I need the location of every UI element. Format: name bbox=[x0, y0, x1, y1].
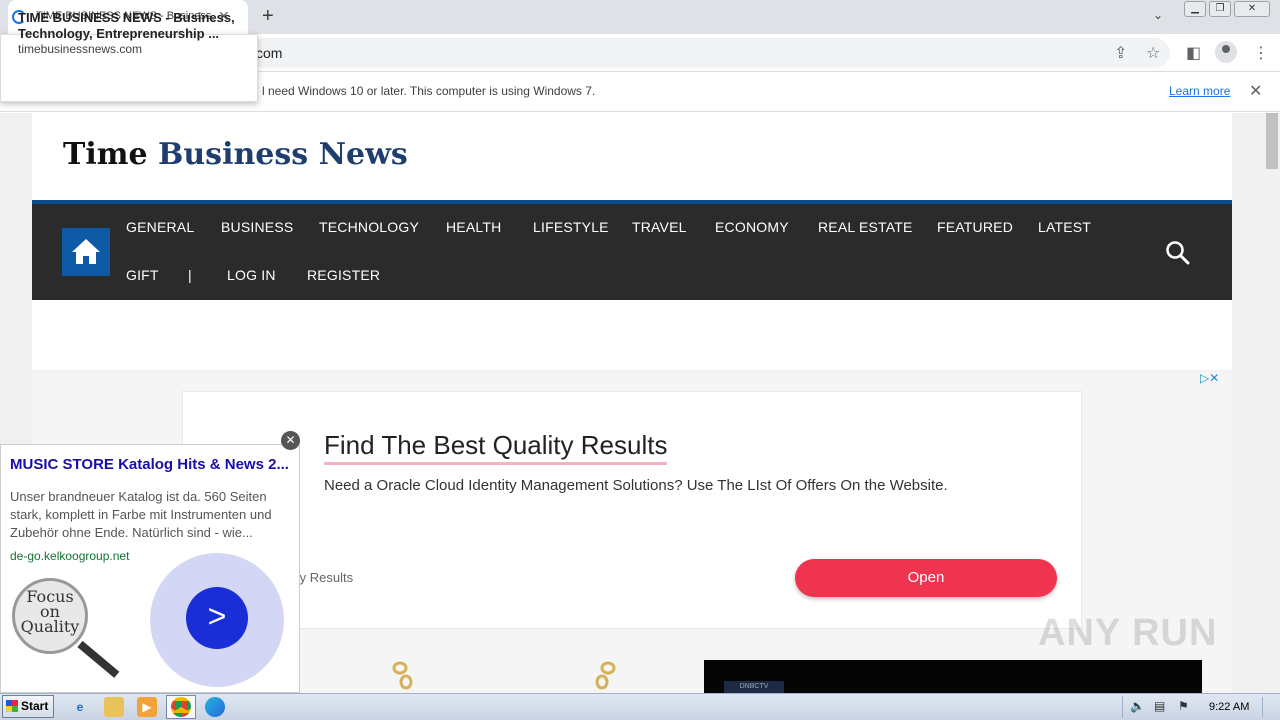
nav-item-log-in[interactable]: LOG IN bbox=[227, 267, 276, 283]
adchoices-icon[interactable]: ▷✕ bbox=[1200, 371, 1219, 385]
url-text[interactable]: com bbox=[256, 45, 282, 61]
windows-logo-icon bbox=[6, 700, 18, 712]
main-navigation bbox=[32, 200, 1232, 300]
chain-image-right bbox=[590, 660, 620, 693]
tab-search-icon[interactable]: ⌄ bbox=[1153, 8, 1163, 22]
minimize-button[interactable]: ▁ bbox=[1184, 1, 1206, 17]
nav-item-lifestyle[interactable]: LIFESTYLE bbox=[533, 219, 609, 235]
nav-item-gift[interactable]: GIFT bbox=[126, 267, 159, 283]
file-explorer-icon[interactable] bbox=[104, 697, 124, 717]
clock[interactable]: 9:22 AM bbox=[1209, 701, 1249, 713]
profile-avatar-icon[interactable] bbox=[1215, 41, 1237, 63]
site-logo[interactable]: Time Business News bbox=[63, 137, 408, 172]
ad-headline[interactable]: Find The Best Quality Results bbox=[324, 430, 668, 465]
share-icon[interactable]: ⇪ bbox=[1114, 43, 1127, 63]
chrome-icon[interactable] bbox=[171, 697, 191, 717]
address-bar[interactable] bbox=[250, 38, 1170, 68]
search-icon[interactable] bbox=[1165, 240, 1191, 266]
ad-description: Need a Oracle Cloud Identity Management … bbox=[324, 477, 948, 494]
tray-separator bbox=[1122, 696, 1123, 718]
floating-ad-title[interactable]: MUSIC STORE Katalog Hits & News 2... bbox=[10, 456, 300, 473]
tab-hover-title: TIME BUSINESS NEWS - Business, Technolog… bbox=[18, 10, 235, 41]
home-icon bbox=[72, 239, 100, 264]
nav-item-general[interactable]: GENERAL bbox=[126, 219, 194, 235]
media-player-icon[interactable]: ▶ bbox=[137, 697, 157, 717]
nav-item-health[interactable]: HEALTH bbox=[446, 219, 501, 235]
nav-item-economy[interactable]: ECONOMY bbox=[715, 219, 789, 235]
floating-ad-domain[interactable]: de-go.kelkoogroup.net bbox=[10, 549, 129, 563]
network-icon[interactable]: ▤ bbox=[1154, 699, 1165, 713]
chain-image-left bbox=[390, 660, 420, 693]
nav-item-business[interactable]: BUSINESS bbox=[221, 219, 293, 235]
nav-item-travel[interactable]: TRAVEL bbox=[632, 219, 687, 235]
logo-word-time: Time bbox=[63, 137, 148, 172]
window-close-button[interactable]: ✕ bbox=[1234, 1, 1270, 17]
nav-item-featured[interactable]: FEATURED bbox=[937, 219, 1013, 235]
new-tab-button[interactable]: + bbox=[262, 5, 274, 28]
home-button[interactable] bbox=[62, 228, 110, 276]
bookmark-star-icon[interactable]: ☆ bbox=[1146, 43, 1160, 63]
logo-word-business-news: Business News bbox=[158, 137, 408, 172]
ad-open-button[interactable]: Open bbox=[795, 559, 1057, 597]
learn-more-link[interactable]: Learn more bbox=[1169, 84, 1230, 98]
tab-hover-domain: timebusinessnews.com bbox=[18, 42, 143, 56]
menu-kebab-icon[interactable]: ⋮ bbox=[1253, 43, 1269, 63]
nav-item-latest[interactable]: LATEST bbox=[1038, 219, 1091, 235]
action-center-flag-icon[interactable]: ⚑ bbox=[1178, 699, 1189, 713]
side-panel-icon[interactable]: ◧ bbox=[1186, 43, 1201, 63]
floating-ad-close-icon[interactable]: ✕ bbox=[281, 431, 300, 450]
nav-separator: | bbox=[188, 267, 192, 283]
scrollbar-track[interactable] bbox=[1264, 113, 1280, 693]
chevron-right-icon[interactable]: > bbox=[186, 587, 248, 649]
floating-ad-description: Unser brandneuer Katalog ist da. 560 Sei… bbox=[10, 489, 272, 540]
scrollbar-thumb[interactable] bbox=[1266, 113, 1278, 169]
infobar-message: l need Windows 10 or later. This compute… bbox=[262, 84, 596, 98]
volume-icon[interactable]: 🔈 bbox=[1130, 699, 1145, 713]
anyrun-watermark: ANY RUN bbox=[1038, 612, 1218, 654]
nav-item-technology[interactable]: TECHNOLOGY bbox=[319, 219, 419, 235]
video-channel-label: DNBCTV bbox=[724, 681, 784, 693]
nav-item-real-estate[interactable]: REAL ESTATE bbox=[818, 219, 913, 235]
internet-explorer-icon[interactable]: e bbox=[70, 697, 90, 717]
nav-item-register[interactable]: REGISTER bbox=[307, 267, 380, 283]
magnifier-focus-image: Focus on Quality bbox=[12, 578, 88, 654]
maximize-button[interactable]: ❐ bbox=[1209, 1, 1231, 17]
show-desktop-button[interactable] bbox=[1262, 697, 1276, 717]
edge-icon[interactable] bbox=[205, 697, 225, 717]
ad-source: ty Results bbox=[296, 570, 354, 585]
infobar-close-icon[interactable]: ✕ bbox=[1249, 81, 1262, 101]
